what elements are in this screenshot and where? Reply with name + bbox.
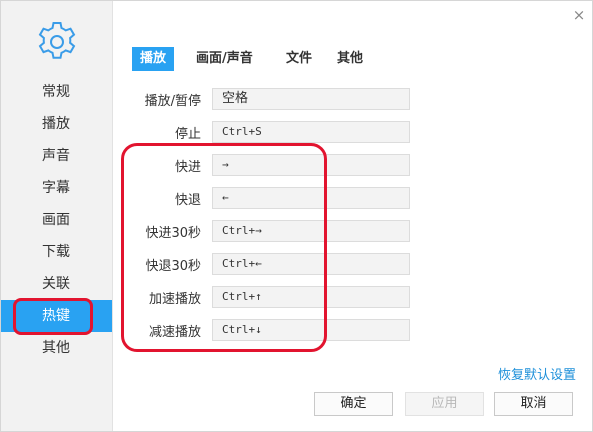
- hotkey-label: 停止: [174, 127, 201, 142]
- hotkey-field[interactable]: 空格: [212, 88, 410, 110]
- ok-button[interactable]: 确定: [314, 392, 393, 416]
- sidebar-item-association[interactable]: 关联: [1, 268, 112, 300]
- hotkey-label: 播放/暂停: [144, 94, 201, 109]
- tab-playback[interactable]: 播放: [132, 47, 175, 71]
- hotkey-field[interactable]: →: [212, 154, 410, 176]
- tab-file[interactable]: 文件: [286, 47, 312, 71]
- sidebar-item-video[interactable]: 画面: [1, 204, 112, 236]
- sidebar-item-download[interactable]: 下载: [1, 236, 112, 268]
- close-icon[interactable]: ×: [569, 5, 589, 25]
- sidebar-item-other[interactable]: 其他: [1, 332, 112, 364]
- hotkey-field[interactable]: Ctrl+↓: [212, 319, 410, 341]
- hotkey-label: 快退30秒: [145, 259, 201, 274]
- hotkey-label: 加速播放: [148, 292, 201, 307]
- sidebar-item-audio[interactable]: 声音: [1, 140, 112, 172]
- sidebar: 常规 播放 声音 字幕 画面 下载 关联 热键 其他: [1, 1, 113, 431]
- sidebar-item-playback[interactable]: 播放: [1, 108, 112, 140]
- apply-button[interactable]: 应用: [405, 392, 484, 416]
- hotkey-field[interactable]: Ctrl+S: [212, 121, 410, 143]
- tab-video-audio[interactable]: 画面/声音: [196, 47, 253, 71]
- cancel-button[interactable]: 取消: [494, 392, 573, 416]
- hotkey-label: 快进: [174, 160, 201, 175]
- hotkey-label: 减速播放: [148, 325, 201, 340]
- tab-other[interactable]: 其他: [337, 47, 363, 71]
- hotkey-field[interactable]: ←: [212, 187, 410, 209]
- hotkey-label: 快进30秒: [145, 226, 201, 241]
- hotkey-field[interactable]: Ctrl+→: [212, 220, 410, 242]
- sidebar-item-subtitles[interactable]: 字幕: [1, 172, 112, 204]
- sidebar-item-general[interactable]: 常规: [1, 76, 112, 108]
- hotkey-field[interactable]: Ctrl+↑: [212, 286, 410, 308]
- gear-icon: [38, 22, 76, 59]
- hotkey-field[interactable]: Ctrl+←: [212, 253, 410, 275]
- restore-defaults-link[interactable]: 恢复默认设置: [498, 364, 576, 383]
- settings-dialog: 常规 播放 声音 字幕 画面 下载 关联 热键 其他 × 播放 画面/声音 文件…: [0, 0, 593, 432]
- hotkey-label: 快退: [174, 193, 201, 208]
- sidebar-item-hotkeys[interactable]: 热键: [1, 300, 112, 332]
